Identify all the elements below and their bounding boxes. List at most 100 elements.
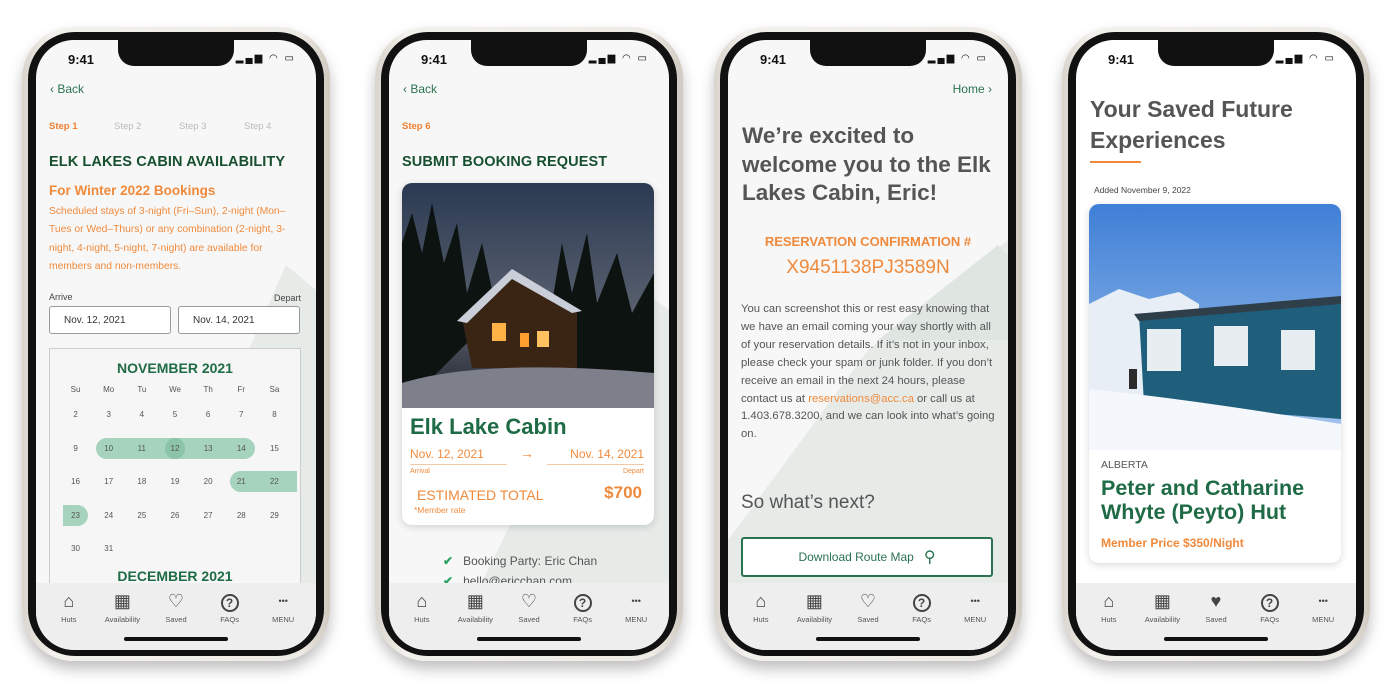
calendar-day[interactable]: 19 (158, 477, 191, 486)
step-4[interactable]: Step 4 (244, 121, 309, 132)
status-icons: ▂▄▆ ◠ ▭ (235, 53, 296, 64)
nav-label: FAQs (1260, 615, 1279, 624)
calendar-day[interactable]: 24 (92, 511, 125, 520)
calendar-month: NOVEMBER 2021 (117, 360, 233, 376)
checklist-item: ✔ Booking Party: Eric Chan (443, 554, 598, 568)
calendar-day[interactable]: 14 (225, 444, 258, 453)
download-route-map-button[interactable]: Download Route Map ⚲ (741, 537, 993, 577)
calendar-day[interactable]: 25 (125, 511, 158, 520)
confirmation-code: X9451138PJ3589N (786, 257, 950, 278)
depart-label: Depart (273, 293, 301, 303)
calendar-day[interactable]: 21 (225, 477, 258, 486)
heart-icon: ♡ (859, 591, 877, 611)
calendar-day[interactable]: 22 (258, 477, 291, 486)
weekday-label: Mo (103, 385, 115, 394)
nav-label: Saved (1205, 615, 1227, 624)
back-button[interactable]: ‹ Back (50, 82, 84, 96)
weekday-label: Th (203, 385, 213, 394)
calendar-day[interactable]: 12 (164, 437, 186, 459)
nav-label: MENU (272, 615, 295, 624)
calendar-day[interactable]: 8 (258, 410, 291, 419)
home-icon: ⌂ (1103, 591, 1115, 611)
saved-hut-card[interactable]: ALBERTA Peter and Catharine Whyte (Peyto… (1089, 204, 1341, 563)
depart-date-input[interactable]: Nov. 14, 2021 (178, 306, 300, 334)
step-indicator: Step 1 Step 2 Step 3 Step 4 (49, 121, 309, 132)
calendar-day[interactable]: 27 (192, 511, 225, 520)
phone-confirmation: 9:41 ▂▄▆ ◠ ▭ Home › We’re excited to welc… (714, 27, 1022, 661)
nav-menu[interactable]: ••• MENU (256, 583, 310, 650)
status-icons: ▂▄▆ ◠ ▭ (588, 53, 649, 64)
calendar-day[interactable]: 29 (258, 511, 291, 520)
back-button[interactable]: ‹ Back (403, 82, 437, 96)
nav-huts[interactable]: ⌂ Huts (1082, 583, 1136, 650)
nav-huts[interactable]: ⌂ Huts (42, 583, 96, 650)
calendar-day[interactable]: 23 (59, 511, 92, 520)
nav-label: Saved (518, 615, 540, 624)
calendar-day[interactable]: 16 (59, 477, 92, 486)
calendar-day[interactable]: 28 (225, 511, 258, 520)
depart-label: Depart (622, 468, 644, 475)
calendar-day[interactable]: 11 (125, 444, 158, 453)
phone-booking: 9:41 ▂▄▆ ◠ ▭ ‹ Back Step 6 SUBMIT BOOKING… (375, 27, 683, 661)
calendar-day[interactable]: 9 (59, 444, 92, 453)
status-icons: ▂▄▆ ◠ ▭ (927, 53, 988, 64)
calendar-day[interactable]: 26 (158, 511, 191, 520)
status-time: 9:41 (1108, 52, 1135, 67)
calendar-day[interactable]: 7 (225, 410, 258, 419)
arrive-date-input[interactable]: Nov. 12, 2021 (49, 306, 171, 334)
email-link[interactable]: reservations@acc.ca (808, 393, 914, 405)
nav-menu[interactable]: ••• MENU (948, 583, 1002, 650)
calendar-day[interactable]: 2 (59, 410, 92, 419)
calendar-day[interactable]: 5 (158, 410, 191, 419)
nav-huts[interactable]: ⌂ Huts (395, 583, 449, 650)
weekday-label: Tu (137, 385, 147, 394)
nav-label: Saved (165, 615, 187, 624)
home-indicator (1164, 637, 1268, 641)
nav-menu[interactable]: ••• MENU (1296, 583, 1350, 650)
calendar-day[interactable]: 4 (125, 410, 158, 419)
nav-label: Huts (61, 615, 77, 624)
status-time: 9:41 (68, 52, 95, 67)
calendar-day[interactable]: 17 (92, 477, 125, 486)
nav-label: Saved (857, 615, 879, 624)
step-1[interactable]: Step 1 (49, 121, 114, 132)
calendar-day[interactable]: 10 (92, 444, 125, 453)
status-time: 9:41 (760, 52, 787, 67)
subtitle: For Winter 2022 Bookings (49, 183, 216, 198)
more-icon: ••• (1318, 596, 1328, 606)
calendar-day[interactable]: 31 (92, 544, 125, 553)
route-map-icon: ⚲ (923, 549, 936, 566)
nav-menu[interactable]: ••• MENU (609, 583, 663, 650)
nav-label: FAQs (220, 615, 239, 624)
weekday-label: Fr (237, 385, 246, 394)
calendar-day[interactable]: 30 (59, 544, 92, 553)
heart-icon: ♥ (1210, 591, 1222, 611)
welcome-heading: We’re excited to welcome you to the Elk … (742, 123, 991, 205)
calendar-week: 16 17 18 19 20 21 22 (50, 465, 300, 499)
calendar-day[interactable]: 20 (192, 477, 225, 486)
nav-label: Huts (753, 615, 769, 624)
member-rate-note: *Member rate (414, 505, 466, 515)
calendar-day[interactable]: 15 (258, 444, 291, 453)
nav-huts[interactable]: ⌂ Huts (734, 583, 788, 650)
weekday-label: We (169, 385, 181, 394)
calendar-day[interactable]: 6 (192, 410, 225, 419)
phone-availability: 9:41 ▂▄▆ ◠ ▭ ‹ Back Step 1 Step 2 Step 3 Ste… (22, 27, 330, 661)
home-button[interactable]: Home › (953, 82, 992, 96)
hut-name: Peter and Catharine Whyte (Peyto) Hut (1101, 476, 1305, 524)
calendar-grid: 2 3 4 5 6 7 8 9 10 11 12 13 14 15 16 17 18 19 20 21 22 23 24 25… (50, 398, 300, 566)
nav-label: Huts (414, 615, 430, 624)
home-icon: ⌂ (755, 591, 767, 611)
depart-date: Nov. 14, 2021 (547, 447, 644, 465)
heart-icon: ♡ (167, 591, 185, 611)
step-3[interactable]: Step 3 (179, 121, 244, 132)
step-2[interactable]: Step 2 (114, 121, 179, 132)
calendar-day[interactable]: 3 (92, 410, 125, 419)
step-6: Step 6 (402, 121, 431, 132)
calendar-day[interactable]: 13 (192, 444, 225, 453)
calendar-day[interactable]: 18 (125, 477, 158, 486)
calendar-icon: ▦ (1153, 591, 1171, 611)
calendar-icon: ▦ (113, 591, 131, 611)
step-indicator: Step 6 (402, 121, 467, 132)
calendar-icon: ▦ (805, 591, 823, 611)
